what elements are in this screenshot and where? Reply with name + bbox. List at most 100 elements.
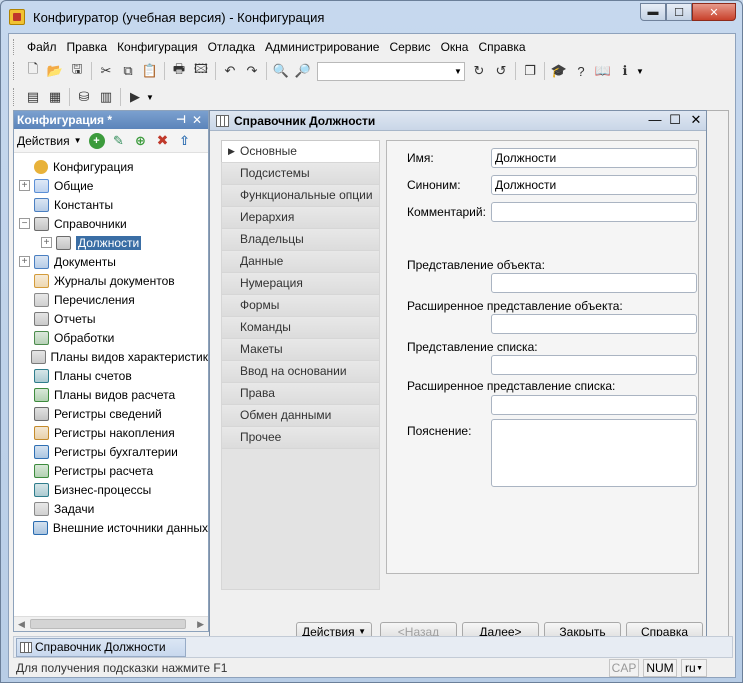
- form-tab[interactable]: Обмен данными: [221, 404, 380, 426]
- menu-grip[interactable]: [13, 39, 16, 55]
- menu-item[interactable]: Справка: [473, 40, 530, 54]
- tree-item[interactable]: Задачи: [14, 499, 208, 518]
- print-icon[interactable]: 🖶: [168, 60, 190, 82]
- cut-icon[interactable]: ✂: [95, 60, 117, 82]
- find-next-icon[interactable]: ↻: [468, 60, 490, 82]
- minimize-button[interactable]: ▬: [640, 3, 666, 21]
- object-repr-field[interactable]: [491, 273, 697, 293]
- paste-icon[interactable]: 📋: [139, 60, 161, 82]
- scroll-left-icon[interactable]: ◀: [18, 619, 25, 630]
- tree-item[interactable]: Конфигурация: [14, 157, 208, 176]
- comment-field[interactable]: [491, 202, 697, 222]
- menu-item[interactable]: Правка: [62, 40, 113, 54]
- form-minimize-button[interactable]: —: [646, 112, 664, 127]
- menu-item[interactable]: Администрирование: [260, 40, 384, 54]
- form-tab[interactable]: Команды: [221, 316, 380, 338]
- ext-list-repr-field[interactable]: [491, 395, 697, 415]
- menu-item[interactable]: Отладка: [203, 40, 260, 54]
- find-in-file-icon[interactable]: 🔍: [270, 60, 292, 82]
- edit-icon[interactable]: ✎: [111, 133, 127, 149]
- tree-item[interactable]: Внешние источники данных: [14, 518, 208, 537]
- table-icon[interactable]: ▥: [95, 86, 117, 108]
- tree-item[interactable]: − Справочники: [14, 214, 208, 233]
- window-tab-catalog[interactable]: Справочник Должности: [16, 638, 186, 657]
- form-tab[interactable]: Нумерация: [221, 272, 380, 294]
- tree-item[interactable]: Отчеты: [14, 309, 208, 328]
- form-tab[interactable]: Права: [221, 382, 380, 404]
- chevron-down-icon[interactable]: ▼: [74, 136, 82, 145]
- form-tab[interactable]: ▶ Основные: [221, 140, 380, 162]
- menu-item[interactable]: Окна: [436, 40, 474, 54]
- tree-item[interactable]: Планы счетов: [14, 366, 208, 385]
- find-prev-icon[interactable]: ↺: [490, 60, 512, 82]
- expand-icon[interactable]: +: [41, 237, 52, 248]
- run-debug-icon[interactable]: ▶: [124, 86, 146, 108]
- tree-item[interactable]: Журналы документов: [14, 271, 208, 290]
- expand-icon[interactable]: +: [19, 180, 30, 191]
- scroll-right-icon[interactable]: ▶: [197, 619, 204, 630]
- help-book-icon[interactable]: 📖: [592, 60, 614, 82]
- database-update-icon[interactable]: ⛁: [73, 86, 95, 108]
- form-tab[interactable]: Прочее: [221, 426, 380, 448]
- copy-icon[interactable]: ⧉: [117, 60, 139, 82]
- help-search-icon[interactable]: ?: [570, 60, 592, 82]
- tree-item[interactable]: Регистры накопления: [14, 423, 208, 442]
- close-button[interactable]: ✕: [692, 3, 736, 21]
- panel-close-icon[interactable]: ✕: [192, 111, 202, 129]
- search-icon[interactable]: 🔎: [292, 60, 314, 82]
- expand-icon[interactable]: +: [19, 256, 30, 267]
- pin-icon[interactable]: ⊣: [176, 111, 186, 129]
- tree-item[interactable]: Планы видов расчета: [14, 385, 208, 404]
- horizontal-scrollbar[interactable]: ◀ ▶: [14, 616, 208, 631]
- save-icon[interactable]: 🖫: [66, 60, 88, 82]
- form-tab[interactable]: Подсистемы: [221, 162, 380, 184]
- search-combo[interactable]: [317, 61, 465, 81]
- menu-item[interactable]: Сервис: [384, 40, 435, 54]
- list-repr-field[interactable]: [491, 355, 697, 375]
- form-tab[interactable]: Ввод на основании: [221, 360, 380, 382]
- actions-menu-button[interactable]: Действия: [17, 134, 70, 148]
- form-title-bar[interactable]: Справочник Должности — ☐ ✕: [210, 111, 706, 131]
- menu-item[interactable]: Конфигурация: [112, 40, 203, 54]
- form-close-button[interactable]: ✕: [687, 112, 705, 128]
- move-up-icon[interactable]: ⇧: [177, 133, 193, 149]
- tree-item[interactable]: + Документы: [14, 252, 208, 271]
- maximize-button[interactable]: ☐: [666, 3, 692, 21]
- explanation-field[interactable]: [491, 419, 697, 487]
- chevron-down-icon[interactable]: ▼: [636, 67, 644, 76]
- open-folder-icon[interactable]: 📂: [44, 60, 66, 82]
- tree-item[interactable]: Бизнес-процессы: [14, 480, 208, 499]
- undo-icon[interactable]: ↶: [219, 60, 241, 82]
- chevron-down-icon[interactable]: ▼: [451, 62, 465, 81]
- name-field[interactable]: Должности: [491, 148, 697, 168]
- redo-icon[interactable]: ↷: [241, 60, 263, 82]
- tree-item[interactable]: Обработки: [14, 328, 208, 347]
- print-preview-icon[interactable]: 🖾: [190, 60, 212, 82]
- window-list-icon[interactable]: ❐: [519, 60, 541, 82]
- toolbar-grip[interactable]: [13, 62, 16, 80]
- tree-item[interactable]: Планы видов характеристик: [14, 347, 208, 366]
- syntax-helper-icon[interactable]: 🎓: [548, 60, 570, 82]
- title-bar[interactable]: Конфигуратор (учебная версия) - Конфигур…: [1, 1, 742, 33]
- form-tab[interactable]: Иерархия: [221, 206, 380, 228]
- compare-icon[interactable]: ▦: [44, 86, 66, 108]
- config-open-icon[interactable]: ▤: [22, 86, 44, 108]
- copy-add-icon[interactable]: ⊕: [133, 133, 149, 149]
- language-indicator[interactable]: ru ▼: [681, 659, 707, 677]
- form-maximize-button[interactable]: ☐: [666, 112, 684, 128]
- new-document-icon[interactable]: 🗋: [22, 60, 44, 82]
- collapse-icon[interactable]: −: [19, 218, 30, 229]
- scroll-thumb[interactable]: [30, 619, 186, 629]
- synonym-field[interactable]: Должности: [491, 175, 697, 195]
- tree-item[interactable]: Перечисления: [14, 290, 208, 309]
- tree-item[interactable]: Регистры расчета: [14, 461, 208, 480]
- form-tab[interactable]: Формы: [221, 294, 380, 316]
- tree-item[interactable]: Регистры бухгалтерии: [14, 442, 208, 461]
- tree-item[interactable]: Константы: [14, 195, 208, 214]
- tree-item[interactable]: + Общие: [14, 176, 208, 195]
- add-icon[interactable]: +: [88, 132, 105, 149]
- menu-item[interactable]: Файл: [22, 40, 62, 54]
- toolbar-grip[interactable]: [13, 88, 16, 106]
- form-tab[interactable]: Данные: [221, 250, 380, 272]
- form-tab[interactable]: Функциональные опции: [221, 184, 380, 206]
